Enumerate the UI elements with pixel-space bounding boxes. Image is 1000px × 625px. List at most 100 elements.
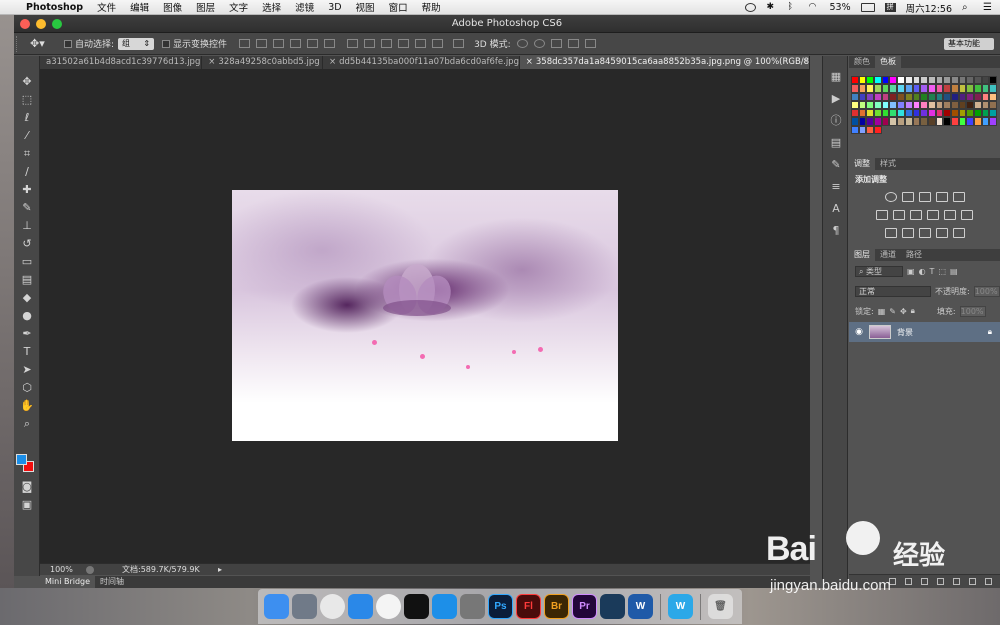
dock-app-store-icon[interactable] (432, 594, 457, 619)
zoom-tool-icon[interactable]: ⌕ (14, 415, 40, 433)
swatch[interactable] (981, 100, 990, 110)
fill-input[interactable]: 100% (959, 305, 986, 317)
swatch[interactable] (889, 109, 898, 118)
swatch[interactable] (866, 125, 875, 135)
dock-premiere-icon[interactable]: Pr (572, 594, 597, 619)
menu-3d[interactable]: 3D (328, 2, 341, 13)
3d-roll-icon[interactable] (533, 39, 545, 48)
swatch[interactable] (958, 109, 967, 118)
swatch[interactable] (912, 109, 921, 118)
swatch[interactable] (927, 76, 936, 85)
menu-image[interactable]: 图像 (163, 0, 182, 14)
swatch[interactable] (851, 109, 859, 118)
swatch[interactable] (950, 76, 959, 85)
status-menu-arrow-icon[interactable]: ▸ (218, 564, 222, 575)
healing-brush-tool-icon[interactable]: ✚ (14, 181, 40, 199)
swatch[interactable] (866, 76, 875, 85)
doc-tab-2[interactable]: × 328a49258c0abbd5.jpg (202, 56, 323, 69)
swatch[interactable] (958, 76, 967, 85)
swatch[interactable] (874, 84, 882, 93)
swatch[interactable] (943, 117, 951, 126)
swatch[interactable] (981, 117, 990, 126)
auto-align-icon[interactable] (453, 39, 465, 48)
swatch[interactable] (935, 92, 944, 101)
crop-tool-icon[interactable]: ⌗ (14, 145, 40, 163)
type-tool-icon[interactable]: T (14, 343, 40, 361)
swatch[interactable] (904, 117, 913, 126)
foreground-color-swatch[interactable] (16, 454, 27, 465)
swatch[interactable] (981, 84, 990, 93)
swatch[interactable] (927, 92, 936, 101)
doc-tab-1[interactable]: a31502a61b4d8acd1c39776d13.jpg (40, 56, 203, 69)
swatch[interactable] (950, 84, 959, 93)
swatch[interactable] (881, 84, 890, 93)
swatch[interactable] (927, 100, 936, 110)
notification-center-icon[interactable]: ☰ (983, 3, 994, 13)
swatch[interactable] (966, 76, 974, 85)
swatch[interactable] (858, 125, 867, 135)
path-select-tool-icon[interactable]: ➤ (14, 361, 40, 379)
hue-saturation-icon[interactable] (876, 210, 888, 220)
hand-tool-icon[interactable]: ✋ (14, 397, 40, 415)
close-icon[interactable]: × (329, 57, 336, 67)
character-panel-icon[interactable]: A (823, 198, 849, 220)
swatch[interactable] (958, 84, 967, 93)
menu-help[interactable]: 帮助 (422, 0, 441, 14)
swatch[interactable] (966, 100, 974, 110)
swatch[interactable] (858, 92, 867, 101)
swatch[interactable] (935, 84, 944, 93)
swatch[interactable] (881, 117, 890, 126)
layer-row-background[interactable]: ◉ 背景 🔒︎ (849, 322, 1000, 342)
swatch[interactable] (935, 100, 944, 110)
auto-select-dropdown[interactable]: 组 ⇕ (118, 37, 155, 50)
swatch[interactable] (866, 84, 875, 93)
pinwheel-icon[interactable]: ✱ (766, 3, 777, 12)
swatch[interactable] (989, 100, 998, 110)
auto-select-checkbox[interactable] (64, 39, 72, 48)
posterize-icon[interactable] (901, 228, 914, 238)
paragraph-panel-icon[interactable]: ¶ (823, 220, 849, 242)
swatch[interactable] (858, 84, 867, 93)
shape-tool-icon[interactable]: ⬡ (14, 379, 40, 397)
swatch[interactable] (912, 117, 921, 126)
levels-icon[interactable] (901, 192, 914, 202)
swatch[interactable] (858, 100, 867, 110)
photo-filter-icon[interactable] (927, 210, 939, 220)
tab-color[interactable]: 颜色 (849, 56, 875, 68)
swatch[interactable] (912, 100, 921, 110)
swatch[interactable] (943, 100, 951, 110)
exposure-icon[interactable] (935, 192, 948, 202)
swatch[interactable] (935, 117, 944, 126)
link-layers-icon[interactable] (889, 578, 896, 585)
swatch[interactable] (935, 109, 944, 118)
swatch[interactable] (989, 76, 998, 85)
swatch[interactable] (881, 76, 890, 85)
spotlight-icon[interactable]: ⌕ (962, 3, 973, 13)
filter-pixel-icon[interactable]: ▣ (907, 267, 915, 276)
swatch[interactable] (920, 109, 928, 118)
lock-position-icon[interactable]: ✥ (900, 307, 907, 316)
status-icon[interactable] (86, 566, 94, 574)
dock-qq-icon[interactable] (404, 594, 429, 619)
marquee-tool-icon[interactable]: ⬚ (14, 91, 40, 109)
swatch[interactable] (851, 125, 859, 135)
history-brush-tool-icon[interactable]: ↺ (14, 235, 40, 253)
swatch[interactable] (974, 109, 982, 118)
3d-slide-icon[interactable] (567, 39, 579, 48)
swatch[interactable] (989, 84, 998, 93)
dock-wunderlist-icon[interactable]: W (668, 594, 693, 619)
swatch[interactable] (927, 109, 936, 118)
swatch[interactable] (943, 84, 951, 93)
swatch[interactable] (920, 92, 928, 101)
dock-bridge-icon[interactable]: Br (544, 594, 569, 619)
pen-tool-icon[interactable]: ✒ (14, 325, 40, 343)
selective-color-icon[interactable] (935, 228, 948, 238)
swatch[interactable] (889, 76, 898, 85)
swatch[interactable] (981, 92, 990, 101)
input-method-icon[interactable]: 拼 (884, 3, 896, 12)
filter-smart-icon[interactable]: ▤ (950, 267, 958, 276)
layer-style-icon[interactable] (905, 578, 912, 585)
swatch[interactable] (966, 92, 974, 101)
swatch[interactable] (974, 84, 982, 93)
swatch[interactable] (874, 76, 882, 85)
